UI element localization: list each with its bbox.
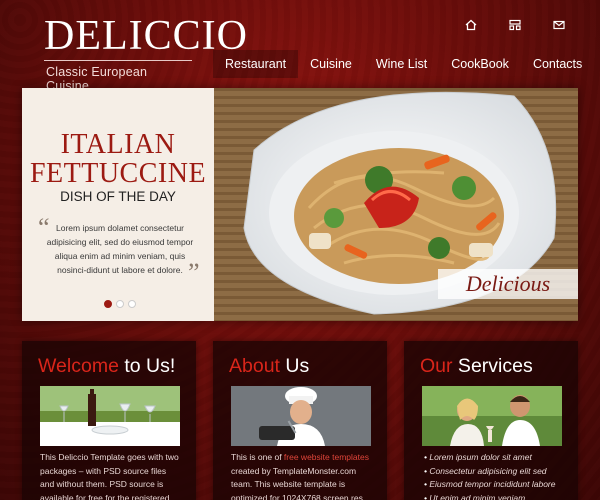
services-panel: Our Services Lorem ipsum dolor sit amet … (404, 341, 578, 500)
slider-dot[interactable] (128, 300, 136, 308)
slider-dot[interactable] (116, 300, 124, 308)
about-text-post: created by TemplateMonster.com team. Thi… (231, 465, 363, 500)
home-icon[interactable] (464, 18, 478, 32)
nav-item-restaurant[interactable]: Restaurant (213, 50, 299, 78)
nav-item-cookbook[interactable]: CookBook (439, 50, 521, 78)
main-nav: Restaurant Cuisine Wine List CookBook Co… (213, 50, 594, 78)
welcome-text: This Deliccio Template goes with two pac… (40, 452, 179, 500)
hero-title: ITALIAN FETTUCCINE (22, 130, 214, 188)
chef-image (231, 386, 371, 446)
services-heading-accent: Our (420, 355, 453, 377)
services-heading: Our Services (420, 355, 533, 378)
welcome-heading: Welcome to Us! (38, 355, 175, 378)
services-heading-rest: Services (452, 355, 533, 377)
nav-item-cuisine[interactable]: Cuisine (298, 50, 364, 78)
hero-dish-image: Delicious (214, 88, 578, 321)
hero-title-line2: FETTUCCINE (29, 158, 207, 189)
brand-name: DELICCIO (44, 13, 248, 59)
slider-pagination (104, 300, 136, 308)
list-item[interactable]: Lorem ipsum dolor sit amet (424, 451, 574, 465)
hero-info-panel: ITALIAN FETTUCCINE DISH OF THE DAY “ Lor… (22, 88, 214, 321)
hero-subtitle: DISH OF THE DAY (60, 189, 176, 204)
hero-description: Lorem ipsum dolamet consectetur adipisic… (46, 223, 194, 275)
nav-item-contacts[interactable]: Contacts (521, 50, 594, 78)
dining-table-image (40, 386, 180, 446)
about-text: This is one of free website templates cr… (231, 451, 373, 500)
about-text-pre: This is one of (231, 452, 284, 462)
about-heading: About Us (229, 355, 309, 378)
free-templates-link[interactable]: free website templates (284, 452, 369, 462)
list-item[interactable]: Ut enim ad minim veniam (424, 492, 574, 500)
close-quote-icon: ” (188, 258, 200, 287)
hero-title-line1: ITALIAN (60, 129, 176, 160)
list-item[interactable]: Consectetur adipisicing elit sed (424, 465, 574, 479)
logo-divider (44, 60, 192, 61)
about-heading-rest: Us (279, 355, 310, 377)
sitemap-icon[interactable] (508, 18, 522, 32)
slider-dot[interactable] (104, 300, 112, 308)
about-heading-accent: About (229, 355, 280, 377)
welcome-heading-accent: Welcome (38, 355, 119, 377)
list-item[interactable]: Eiusmod tempor incididunt labore (424, 478, 574, 492)
about-panel: About Us This is one of free website tem… (213, 341, 387, 500)
logo[interactable]: DELICCIO Classic European Cuisine (44, 13, 248, 93)
hero-caption: Delicious (438, 269, 578, 299)
hero-slider: ITALIAN FETTUCCINE DISH OF THE DAY “ Lor… (22, 88, 578, 321)
top-icons (464, 18, 566, 32)
services-list: Lorem ipsum dolor sit amet Consectetur a… (424, 451, 574, 500)
welcome-panel: Welcome to Us! This Deliccio Template go… (22, 341, 196, 500)
nav-item-wine-list[interactable]: Wine List (364, 50, 439, 78)
mail-icon[interactable] (552, 18, 566, 32)
welcome-heading-rest: to Us! (118, 355, 176, 377)
couple-dining-image (422, 386, 562, 446)
